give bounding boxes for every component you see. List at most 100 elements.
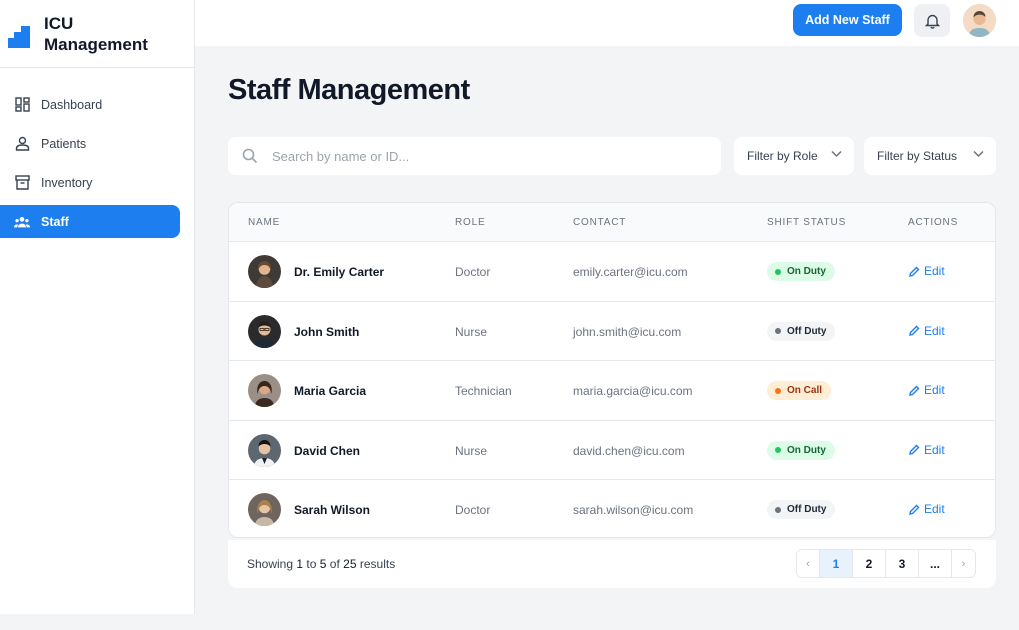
status-filter-dropdown[interactable]: Filter by Status — [864, 137, 996, 175]
edit-button[interactable]: Edit — [909, 502, 945, 516]
notifications-button[interactable] — [914, 4, 950, 37]
staff-name: Maria Garcia — [294, 384, 367, 398]
page-button-2[interactable]: 2 — [853, 550, 886, 577]
status-badge: On Duty — [767, 262, 835, 281]
status-label: Off Duty — [787, 325, 827, 337]
column-header-shift-status[interactable]: SHIFT STATUS — [767, 217, 846, 228]
status-badge: Off Duty — [767, 321, 836, 341]
status-dot — [775, 506, 781, 513]
staff-name: David Chen — [294, 443, 361, 458]
staff-avatar — [248, 374, 281, 407]
edit-button[interactable]: Edit — [909, 264, 945, 278]
sidebar-item-inventory[interactable]: Inventory — [0, 166, 180, 199]
page-button-1[interactable]: 1 — [820, 550, 853, 577]
showing-to: 5 — [319, 557, 327, 571]
edit-label: Edit — [924, 264, 945, 278]
status-badge: Off Duty — [767, 500, 836, 519]
status-filter-label: Filter by Status — [877, 149, 958, 163]
staff-contact: maria.garcia@icu.com — [573, 384, 693, 398]
edit-label: Edit — [924, 323, 945, 338]
showing-of-word: of — [329, 557, 340, 571]
staff-avatar — [248, 493, 281, 526]
brand-title-line2: Management — [44, 34, 148, 54]
status-label: Off Duty — [787, 504, 827, 515]
showing-from: 1 — [296, 557, 304, 571]
role-filter-dropdown[interactable]: Filter by Role — [734, 137, 854, 175]
staff-contact: emily.carter@icu.com — [573, 265, 688, 279]
staff-contact: sarah.wilson@icu.com — [573, 503, 694, 517]
sidebar-item-staff[interactable]: Staff — [0, 205, 180, 238]
showing-suffix: results — [359, 557, 396, 571]
person-icon — [14, 136, 30, 152]
page-ellipsis[interactable]: ... — [919, 550, 952, 577]
staff-role: Doctor — [455, 503, 491, 517]
staff-contact: david.chen@icu.com — [573, 443, 685, 458]
staff-name: Dr. Emily Carter — [294, 265, 385, 279]
status-label: On Duty — [787, 444, 826, 456]
showing-to-word: to — [306, 557, 317, 571]
pencil-icon — [909, 504, 920, 515]
page-title: Staff Management — [228, 74, 470, 106]
column-header-contact[interactable]: CONTACT — [573, 217, 626, 228]
staff-role: Technician — [455, 384, 512, 398]
sidebar-nav: Dashboard Patients Inventory Staff — [0, 68, 194, 238]
topbar: Add New Staff — [195, 0, 1019, 46]
edit-label: Edit — [924, 383, 945, 397]
column-header-actions: ACTIONS — [908, 217, 959, 228]
search-box — [228, 137, 721, 175]
pencil-icon — [909, 444, 920, 455]
pencil-icon — [909, 385, 920, 396]
status-label: On Duty — [787, 266, 826, 277]
showing-prefix: Showing — [247, 557, 294, 571]
staff-table: NAME ROLE CONTACT SHIFT STATUS ACTIONS D… — [228, 202, 996, 538]
prev-page-button[interactable]: ‹ — [797, 550, 820, 577]
archive-box-icon — [14, 175, 30, 191]
column-header-role[interactable]: ROLE — [455, 217, 485, 228]
user-avatar[interactable] — [963, 4, 996, 37]
sidebar-item-label: Staff — [41, 214, 69, 229]
table-row[interactable]: David Chen Nurse david.chen@icu.com On D… — [229, 419, 995, 479]
results-summary: Showing 1 to 5 of 25 results — [247, 557, 395, 571]
pencil-icon — [909, 325, 920, 336]
sidebar: ICU Management Dashboard Patients Invent… — [0, 0, 195, 614]
search-icon — [242, 148, 258, 164]
status-dot — [775, 447, 781, 453]
edit-button[interactable]: Edit — [909, 324, 945, 338]
sidebar-item-patients[interactable]: Patients — [0, 127, 180, 160]
brand-title: ICU Management — [44, 13, 148, 55]
sidebar-item-label: Patients — [41, 136, 87, 151]
staff-role: Nurse — [455, 324, 488, 339]
status-dot — [775, 387, 781, 394]
pagination: ‹ 1 2 3 ... › — [796, 549, 976, 578]
staff-avatar — [248, 433, 281, 467]
status-label: On Call — [787, 385, 823, 396]
dashboard-grid-icon — [14, 97, 30, 113]
logo-icon — [8, 25, 30, 48]
edit-button[interactable]: Edit — [909, 383, 945, 397]
add-new-staff-button[interactable]: Add New Staff — [793, 4, 902, 36]
table-row[interactable]: Maria Garcia Technician maria.garcia@icu… — [229, 360, 995, 420]
status-dot — [775, 328, 781, 334]
staff-name: John Smith — [294, 324, 360, 339]
edit-label: Edit — [924, 502, 945, 516]
table-row[interactable]: Dr. Emily Carter Doctor emily.carter@icu… — [229, 241, 995, 301]
sidebar-item-label: Inventory — [41, 175, 93, 190]
staff-role: Nurse — [455, 443, 488, 458]
staff-avatar — [248, 255, 281, 288]
edit-button[interactable]: Edit — [909, 443, 945, 457]
group-icon — [14, 214, 30, 230]
status-badge: On Call — [767, 381, 832, 400]
edit-label: Edit — [924, 442, 945, 457]
search-input[interactable] — [272, 148, 672, 164]
staff-name: Sarah Wilson — [294, 503, 370, 517]
sidebar-item-dashboard[interactable]: Dashboard — [0, 88, 180, 121]
brand-title-line1: ICU — [44, 13, 74, 33]
table-row[interactable]: Sarah Wilson Doctor sarah.wilson@icu.com… — [229, 479, 995, 537]
sidebar-item-label: Dashboard — [41, 97, 103, 112]
chevron-down-icon — [831, 150, 842, 158]
column-header-name[interactable]: NAME — [248, 217, 280, 228]
next-page-button[interactable]: › — [952, 550, 975, 577]
page-button-3[interactable]: 3 — [886, 550, 919, 577]
pencil-icon — [909, 266, 920, 277]
table-row[interactable]: John Smith Nurse john.smith@icu.com Off … — [229, 300, 995, 360]
